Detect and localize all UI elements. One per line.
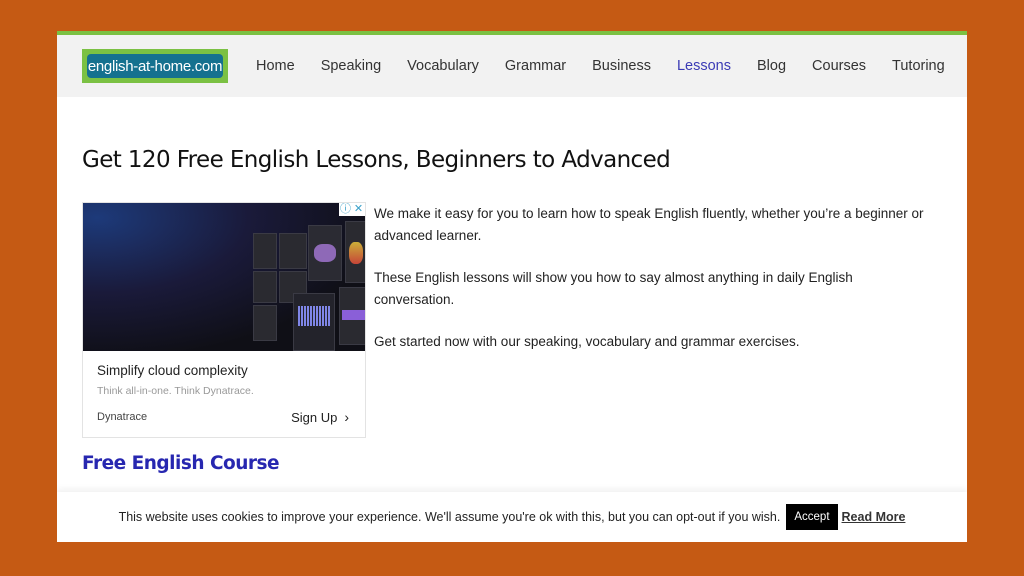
close-icon[interactable]: ✕ bbox=[352, 203, 365, 216]
ad-dashboard-map bbox=[308, 225, 342, 281]
ad-cta-label: Sign Up bbox=[291, 409, 338, 425]
nav-tutoring[interactable]: Tutoring bbox=[892, 58, 945, 74]
ad-dashboard-panel bbox=[253, 233, 277, 269]
advertisement[interactable]: ⓘ ✕ Simplify cloud complexity Think all-… bbox=[82, 202, 366, 438]
intro-paragraph: We make it easy for you to learn how to … bbox=[374, 206, 924, 243]
nav-home[interactable]: Home bbox=[256, 58, 295, 74]
cookie-message: This website uses cookies to improve you… bbox=[118, 510, 781, 524]
section-heading-free-course: Free English Course bbox=[82, 453, 280, 474]
ad-dashboard-panel bbox=[253, 271, 277, 303]
nav-speaking[interactable]: Speaking bbox=[321, 58, 381, 74]
intro-text: We make it easy for you to learn how to … bbox=[374, 203, 934, 373]
nav-courses[interactable]: Courses bbox=[812, 58, 866, 74]
nav-vocabulary[interactable]: Vocabulary bbox=[407, 58, 479, 74]
ad-dashboard-map bbox=[345, 221, 365, 283]
ad-dashboard-panel bbox=[279, 233, 307, 269]
nav-grammar[interactable]: Grammar bbox=[505, 58, 566, 74]
ad-image[interactable]: ⓘ ✕ bbox=[83, 203, 365, 351]
intro-paragraph: Get started now with our speaking, vocab… bbox=[374, 334, 800, 349]
ad-sign-up-button[interactable]: Sign Up › bbox=[291, 409, 349, 425]
ad-brand: Dynatrace bbox=[97, 411, 148, 423]
site-logo-text: english-at-home.com bbox=[87, 54, 223, 78]
page-title: Get 120 Free English Lessons, Beginners … bbox=[82, 147, 671, 173]
site-header: english-at-home.com Home Speaking Vocabu… bbox=[57, 35, 967, 97]
browser-page: english-at-home.com Home Speaking Vocabu… bbox=[57, 31, 967, 542]
ad-subtext: Think all-in-one. Think Dynatrace. bbox=[97, 385, 254, 397]
nav-lessons[interactable]: Lessons bbox=[677, 58, 731, 74]
accept-cookies-button[interactable]: Accept bbox=[786, 504, 838, 530]
nav-business[interactable]: Business bbox=[592, 58, 651, 74]
ad-headline[interactable]: Simplify cloud complexity bbox=[97, 363, 248, 378]
ad-dashboard-chart bbox=[339, 287, 365, 345]
main-nav: Home Speaking Vocabulary Grammar Busines… bbox=[256, 35, 967, 97]
info-icon[interactable]: ⓘ bbox=[339, 203, 352, 216]
ad-dashboard-panel bbox=[253, 305, 277, 341]
intro-paragraph: These English lessons will show you how … bbox=[374, 270, 853, 307]
read-more-link[interactable]: Read More bbox=[842, 510, 906, 524]
ad-controls: ⓘ ✕ bbox=[339, 203, 365, 216]
cookie-consent-bar: This website uses cookies to improve you… bbox=[57, 492, 967, 542]
site-logo[interactable]: english-at-home.com bbox=[82, 49, 228, 83]
nav-blog[interactable]: Blog bbox=[757, 58, 786, 74]
chevron-right-icon: › bbox=[344, 409, 349, 425]
ad-dashboard-chart bbox=[293, 293, 335, 351]
